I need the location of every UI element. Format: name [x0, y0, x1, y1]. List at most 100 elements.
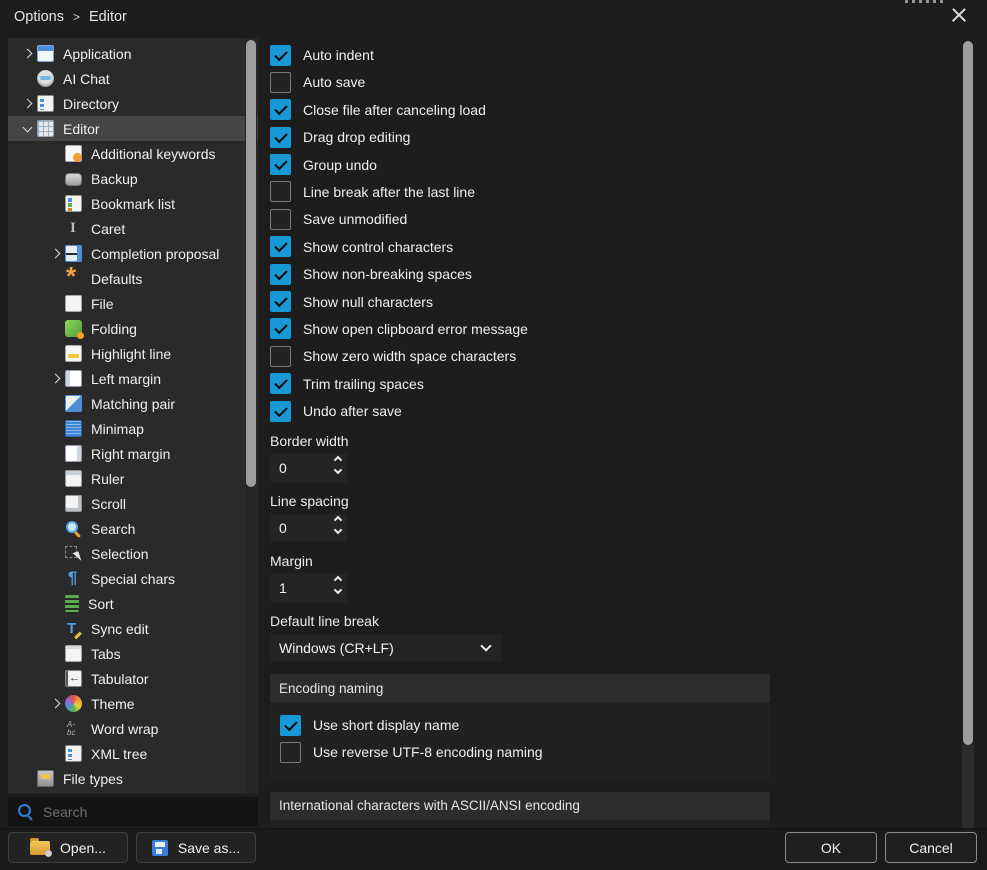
close-icon[interactable]: [944, 2, 974, 28]
default-line-break-select[interactable]: Windows (CR+LF): [270, 634, 502, 663]
chevron-right-icon[interactable]: [20, 91, 37, 116]
checkbox-short-display-name[interactable]: [280, 714, 301, 736]
checkbox-label: Drag drop editing: [303, 129, 411, 146]
sidebar-item-ruler[interactable]: Ruler: [8, 466, 258, 491]
sidebar-item-sync-edit[interactable]: Sync edit: [8, 616, 258, 641]
sidebar-item-defaults[interactable]: Defaults: [8, 266, 258, 291]
checkbox-row: Drag drop editing: [270, 126, 772, 148]
chevron-icon: [48, 416, 65, 441]
search-input[interactable]: [41, 802, 231, 821]
checkbox-row: Use short display name: [280, 714, 770, 736]
cancel-button[interactable]: Cancel: [885, 832, 977, 863]
sidebar-item-tabulator[interactable]: Tabulator: [8, 666, 258, 691]
default-line-break-field: Default line break Windows (CR+LF): [270, 611, 772, 663]
sidebar-item-additional-keywords[interactable]: Additional keywords: [8, 141, 258, 166]
ok-button[interactable]: OK: [785, 832, 877, 863]
checkbox-trim-trailing[interactable]: [270, 373, 291, 395]
completion-proposal-icon: [65, 245, 82, 262]
sidebar-item-application[interactable]: Application: [8, 41, 258, 66]
tree-search[interactable]: [8, 797, 258, 826]
sidebar-item-folding[interactable]: Folding: [8, 316, 258, 341]
breadcrumb-separator: >: [72, 10, 80, 24]
sidebar-item-completion-proposal[interactable]: Completion proposal: [8, 241, 258, 266]
checkbox-show-null-chars[interactable]: [270, 291, 291, 313]
sidebar-item-file-types[interactable]: File types: [8, 766, 258, 791]
border-width-field: Border width 0: [270, 431, 772, 483]
checkbox-label: Auto indent: [303, 47, 374, 63]
sidebar-item-left-margin[interactable]: Left margin: [8, 366, 258, 391]
chevron-icon: [48, 391, 65, 416]
sidebar-item-ai-chat[interactable]: AI Chat: [8, 66, 258, 91]
chevron-right-icon[interactable]: [20, 41, 37, 66]
chevron-right-icon[interactable]: [48, 241, 65, 266]
checkbox-zero-width-chars[interactable]: [270, 345, 291, 367]
sidebar-item-label: Caret: [91, 220, 126, 237]
scroll-icon: [65, 495, 82, 512]
checkbox-label: Save unmodified: [303, 211, 408, 228]
sidebar-item-highlight-line[interactable]: Highlight line: [8, 341, 258, 366]
sidebar-item-label: Backup: [91, 170, 138, 187]
sidebar-item-minimap[interactable]: Minimap: [8, 416, 258, 441]
checkbox-save-unmodified[interactable]: [270, 208, 291, 230]
breadcrumb-options[interactable]: Options: [14, 9, 64, 25]
main-scrollbar-thumb[interactable]: [963, 41, 973, 745]
tree-scrollbar[interactable]: [245, 38, 257, 794]
sidebar-item-special-chars[interactable]: Special chars: [8, 566, 258, 591]
checkbox-reverse-utf8[interactable]: [280, 741, 301, 763]
checkbox-undo-after-save[interactable]: [270, 400, 291, 422]
theme-icon: [65, 695, 82, 712]
line-spacing-field: Line spacing 0: [270, 491, 772, 543]
open-button[interactable]: Open...: [8, 832, 128, 863]
sidebar-item-search[interactable]: Search: [8, 516, 258, 541]
checkbox-close-file[interactable]: [270, 99, 291, 121]
sidebar-item-xml-tree[interactable]: XML tree: [8, 741, 258, 766]
sidebar-item-bookmark-list[interactable]: Bookmark list: [8, 191, 258, 216]
checkbox-row: Show non-breaking spaces: [270, 263, 772, 285]
sidebar-item-backup[interactable]: Backup: [8, 166, 258, 191]
save-as-button[interactable]: Save as...: [136, 832, 256, 863]
chevron-icon: [48, 166, 65, 191]
chevron-icon: [48, 291, 65, 316]
sidebar-item-tabs[interactable]: Tabs: [8, 641, 258, 666]
sidebar-item-sort[interactable]: Sort: [8, 591, 258, 616]
spin-down-icon[interactable]: [333, 525, 343, 535]
sidebar-item-file[interactable]: File: [8, 291, 258, 316]
checkbox-auto-indent[interactable]: [270, 44, 291, 66]
line-spacing-spinner[interactable]: 0: [270, 514, 347, 543]
checkbox-row: Undo after save: [270, 400, 772, 422]
spin-down-icon[interactable]: [333, 465, 343, 475]
checkbox-show-nbsp[interactable]: [270, 263, 291, 285]
checkbox-line-break-last-line[interactable]: [270, 181, 291, 203]
spin-down-icon[interactable]: [333, 585, 343, 595]
sidebar-item-directory[interactable]: Directory: [8, 91, 258, 116]
spin-up-icon[interactable]: [333, 575, 343, 585]
border-width-spinner[interactable]: 0: [270, 454, 347, 483]
checkbox-drag-drop[interactable]: [270, 126, 291, 148]
chevron-icon: [48, 516, 65, 541]
chevron-right-icon[interactable]: [48, 691, 65, 716]
margin-spinner[interactable]: 1: [270, 574, 347, 603]
spin-up-icon[interactable]: [333, 455, 343, 465]
file-icon: [65, 295, 82, 312]
checkbox-auto-save[interactable]: [270, 71, 291, 93]
sidebar-item-editor[interactable]: Editor: [8, 116, 258, 141]
checkbox-clipboard-error[interactable]: [270, 318, 291, 340]
sidebar-item-caret[interactable]: Caret: [8, 216, 258, 241]
sidebar-item-theme[interactable]: Theme: [8, 691, 258, 716]
highlight-line-icon: [65, 345, 82, 362]
main-scrollbar-track[interactable]: [962, 745, 974, 828]
sidebar-item-scroll[interactable]: Scroll: [8, 491, 258, 516]
footer-bar: Open... Save as... OK Cancel: [0, 828, 987, 870]
additional-keywords-icon: [65, 145, 82, 162]
tree-scrollbar-thumb[interactable]: [246, 40, 256, 487]
checkbox-group-undo[interactable]: [270, 154, 291, 176]
chevron-right-icon[interactable]: [48, 366, 65, 391]
sidebar-item-selection[interactable]: Selection: [8, 541, 258, 566]
sidebar-item-matching-pair[interactable]: Matching pair: [8, 391, 258, 416]
chevron-down-icon[interactable]: [20, 116, 37, 141]
spin-up-icon[interactable]: [333, 515, 343, 525]
checkbox-row: Show null characters: [270, 291, 772, 313]
sidebar-item-right-margin[interactable]: Right margin: [8, 441, 258, 466]
checkbox-show-control-chars[interactable]: [270, 236, 291, 258]
sidebar-item-word-wrap[interactable]: Word wrap: [8, 716, 258, 741]
